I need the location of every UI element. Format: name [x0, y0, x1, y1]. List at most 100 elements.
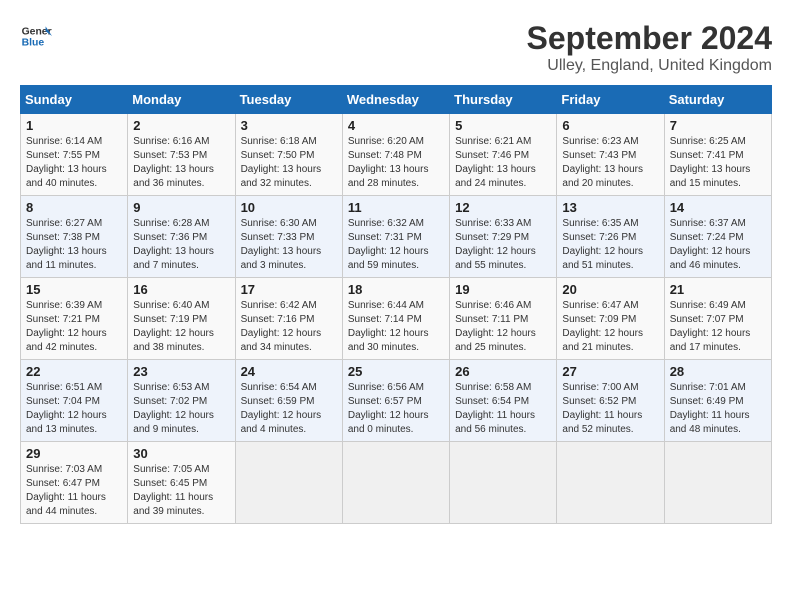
calendar-cell: 24 Sunrise: 6:54 AM Sunset: 6:59 PM Dayli… — [235, 360, 342, 442]
calendar-cell: 7 Sunrise: 6:25 AM Sunset: 7:41 PM Daylig… — [664, 114, 771, 196]
day-number: 10 — [241, 200, 337, 215]
calendar-week-row: 15Sunrise: 6:39 AM Sunset: 7:21 PM Dayli… — [21, 278, 772, 360]
calendar-cell: 20Sunrise: 6:47 AM Sunset: 7:09 PM Dayli… — [557, 278, 664, 360]
calendar-cell: 11Sunrise: 6:32 AM Sunset: 7:31 PM Dayli… — [342, 196, 449, 278]
day-detail: Sunrise: 6:44 AM Sunset: 7:14 PM Dayligh… — [348, 299, 444, 355]
day-number: 27 — [562, 364, 658, 379]
day-number: 13 — [562, 200, 658, 215]
day-detail: Sunrise: 6:16 AM Sunset: 7:53 PM Dayligh… — [133, 135, 229, 191]
calendar-cell: 29 Sunrise: 7:03 AM Sunset: 6:47 PM Dayli… — [21, 442, 128, 524]
calendar-cell: 27Sunrise: 7:00 AM Sunset: 6:52 PM Dayli… — [557, 360, 664, 442]
logo: General Blue — [20, 20, 52, 52]
calendar-cell: 16 Sunrise: 6:40 AM Sunset: 7:19 PM Dayli… — [128, 278, 235, 360]
calendar-cell: 10 Sunrise: 6:30 AM Sunset: 7:33 PM Dayli… — [235, 196, 342, 278]
day-number: 29 — [26, 446, 122, 461]
day-detail: Sunrise: 6:18 AM Sunset: 7:50 PM Dayligh… — [241, 135, 337, 191]
calendar-cell: 8 Sunrise: 6:27 AM Sunset: 7:38 PM Daylig… — [21, 196, 128, 278]
day-number: 17 — [241, 282, 337, 297]
day-number: 7 — [670, 118, 766, 133]
day-number: 16 — [133, 282, 229, 297]
col-thursday: Thursday — [450, 86, 557, 114]
day-detail: Sunrise: 6:46 AM Sunset: 7:11 PM Dayligh… — [455, 299, 551, 355]
day-number: 26 — [455, 364, 551, 379]
calendar-cell — [664, 442, 771, 524]
calendar-cell: 18 Sunrise: 6:44 AM Sunset: 7:14 PM Dayli… — [342, 278, 449, 360]
day-detail: Sunrise: 6:40 AM Sunset: 7:19 PM Dayligh… — [133, 299, 229, 355]
day-detail: Sunrise: 6:33 AM Sunset: 7:29 PM Dayligh… — [455, 217, 551, 273]
day-number: 20 — [562, 282, 658, 297]
day-detail: Sunrise: 6:14 AM Sunset: 7:55 PM Dayligh… — [26, 135, 122, 191]
col-monday: Monday — [128, 86, 235, 114]
day-detail: Sunrise: 7:01 AM Sunset: 6:49 PM Dayligh… — [670, 381, 766, 437]
calendar-cell: 19 Sunrise: 6:46 AM Sunset: 7:11 PM Dayli… — [450, 278, 557, 360]
col-saturday: Saturday — [664, 86, 771, 114]
col-tuesday: Tuesday — [235, 86, 342, 114]
calendar-cell: 13 Sunrise: 6:35 AM Sunset: 7:26 PM Dayli… — [557, 196, 664, 278]
day-detail: Sunrise: 6:27 AM Sunset: 7:38 PM Dayligh… — [26, 217, 122, 273]
day-number: 28 — [670, 364, 766, 379]
day-number: 6 — [562, 118, 658, 133]
title-area: September 2024 Ulley, England, United Ki… — [527, 20, 772, 75]
day-detail: Sunrise: 6:53 AM Sunset: 7:02 PM Dayligh… — [133, 381, 229, 437]
calendar-cell: 21 Sunrise: 6:49 AM Sunset: 7:07 PM Dayli… — [664, 278, 771, 360]
day-detail: Sunrise: 6:30 AM Sunset: 7:33 PM Dayligh… — [241, 217, 337, 273]
calendar-cell: 12 Sunrise: 6:33 AM Sunset: 7:29 PM Dayli… — [450, 196, 557, 278]
calendar-cell: 26Sunrise: 6:58 AM Sunset: 6:54 PM Dayli… — [450, 360, 557, 442]
calendar-week-row: 8 Sunrise: 6:27 AM Sunset: 7:38 PM Daylig… — [21, 196, 772, 278]
day-number: 22 — [26, 364, 122, 379]
day-number: 30 — [133, 446, 229, 461]
calendar-cell: 14Sunrise: 6:37 AM Sunset: 7:24 PM Dayli… — [664, 196, 771, 278]
day-number: 5 — [455, 118, 551, 133]
day-number: 2 — [133, 118, 229, 133]
day-detail: Sunrise: 6:23 AM Sunset: 7:43 PM Dayligh… — [562, 135, 658, 191]
day-number: 25 — [348, 364, 444, 379]
calendar-cell: 6 Sunrise: 6:23 AM Sunset: 7:43 PM Daylig… — [557, 114, 664, 196]
header-row: Sunday Monday Tuesday Wednesday Thursday… — [21, 86, 772, 114]
calendar-cell: 28 Sunrise: 7:01 AM Sunset: 6:49 PM Dayli… — [664, 360, 771, 442]
calendar-cell: 9Sunrise: 6:28 AM Sunset: 7:36 PM Daylig… — [128, 196, 235, 278]
day-number: 21 — [670, 282, 766, 297]
day-detail: Sunrise: 6:28 AM Sunset: 7:36 PM Dayligh… — [133, 217, 229, 273]
calendar-week-row: 29 Sunrise: 7:03 AM Sunset: 6:47 PM Dayli… — [21, 442, 772, 524]
day-detail: Sunrise: 6:21 AM Sunset: 7:46 PM Dayligh… — [455, 135, 551, 191]
page-header: General Blue September 2024 Ulley, Engla… — [20, 20, 772, 75]
calendar-cell: 17 Sunrise: 6:42 AM Sunset: 7:16 PM Dayli… — [235, 278, 342, 360]
day-detail: Sunrise: 7:03 AM Sunset: 6:47 PM Dayligh… — [26, 463, 122, 519]
day-number: 23 — [133, 364, 229, 379]
day-detail: Sunrise: 6:54 AM Sunset: 6:59 PM Dayligh… — [241, 381, 337, 437]
day-number: 11 — [348, 200, 444, 215]
calendar-cell: 22 Sunrise: 6:51 AM Sunset: 7:04 PM Dayli… — [21, 360, 128, 442]
day-number: 3 — [241, 118, 337, 133]
location: Ulley, England, United Kingdom — [527, 57, 772, 75]
day-number: 24 — [241, 364, 337, 379]
calendar-cell: 1 Sunrise: 6:14 AM Sunset: 7:55 PM Daylig… — [21, 114, 128, 196]
day-detail: Sunrise: 6:42 AM Sunset: 7:16 PM Dayligh… — [241, 299, 337, 355]
svg-text:Blue: Blue — [22, 38, 45, 49]
day-detail: Sunrise: 6:25 AM Sunset: 7:41 PM Dayligh… — [670, 135, 766, 191]
calendar-cell — [557, 442, 664, 524]
day-number: 19 — [455, 282, 551, 297]
calendar-cell: 2 Sunrise: 6:16 AM Sunset: 7:53 PM Daylig… — [128, 114, 235, 196]
calendar-cell: 4Sunrise: 6:20 AM Sunset: 7:48 PM Daylig… — [342, 114, 449, 196]
calendar-cell: 25Sunrise: 6:56 AM Sunset: 6:57 PM Dayli… — [342, 360, 449, 442]
calendar-cell: 5 Sunrise: 6:21 AM Sunset: 7:46 PM Daylig… — [450, 114, 557, 196]
month-year: September 2024 — [527, 20, 772, 57]
calendar-cell — [450, 442, 557, 524]
day-detail: Sunrise: 6:35 AM Sunset: 7:26 PM Dayligh… — [562, 217, 658, 273]
calendar-cell — [235, 442, 342, 524]
calendar-table: Sunday Monday Tuesday Wednesday Thursday… — [20, 85, 772, 524]
calendar-cell: 30Sunrise: 7:05 AM Sunset: 6:45 PM Dayli… — [128, 442, 235, 524]
calendar-cell: 15Sunrise: 6:39 AM Sunset: 7:21 PM Dayli… — [21, 278, 128, 360]
day-number: 4 — [348, 118, 444, 133]
day-number: 12 — [455, 200, 551, 215]
calendar-cell: 3 Sunrise: 6:18 AM Sunset: 7:50 PM Daylig… — [235, 114, 342, 196]
day-number: 14 — [670, 200, 766, 215]
day-number: 8 — [26, 200, 122, 215]
day-number: 1 — [26, 118, 122, 133]
col-friday: Friday — [557, 86, 664, 114]
day-number: 18 — [348, 282, 444, 297]
day-detail: Sunrise: 6:49 AM Sunset: 7:07 PM Dayligh… — [670, 299, 766, 355]
day-detail: Sunrise: 6:39 AM Sunset: 7:21 PM Dayligh… — [26, 299, 122, 355]
calendar-week-row: 22 Sunrise: 6:51 AM Sunset: 7:04 PM Dayli… — [21, 360, 772, 442]
day-detail: Sunrise: 6:51 AM Sunset: 7:04 PM Dayligh… — [26, 381, 122, 437]
